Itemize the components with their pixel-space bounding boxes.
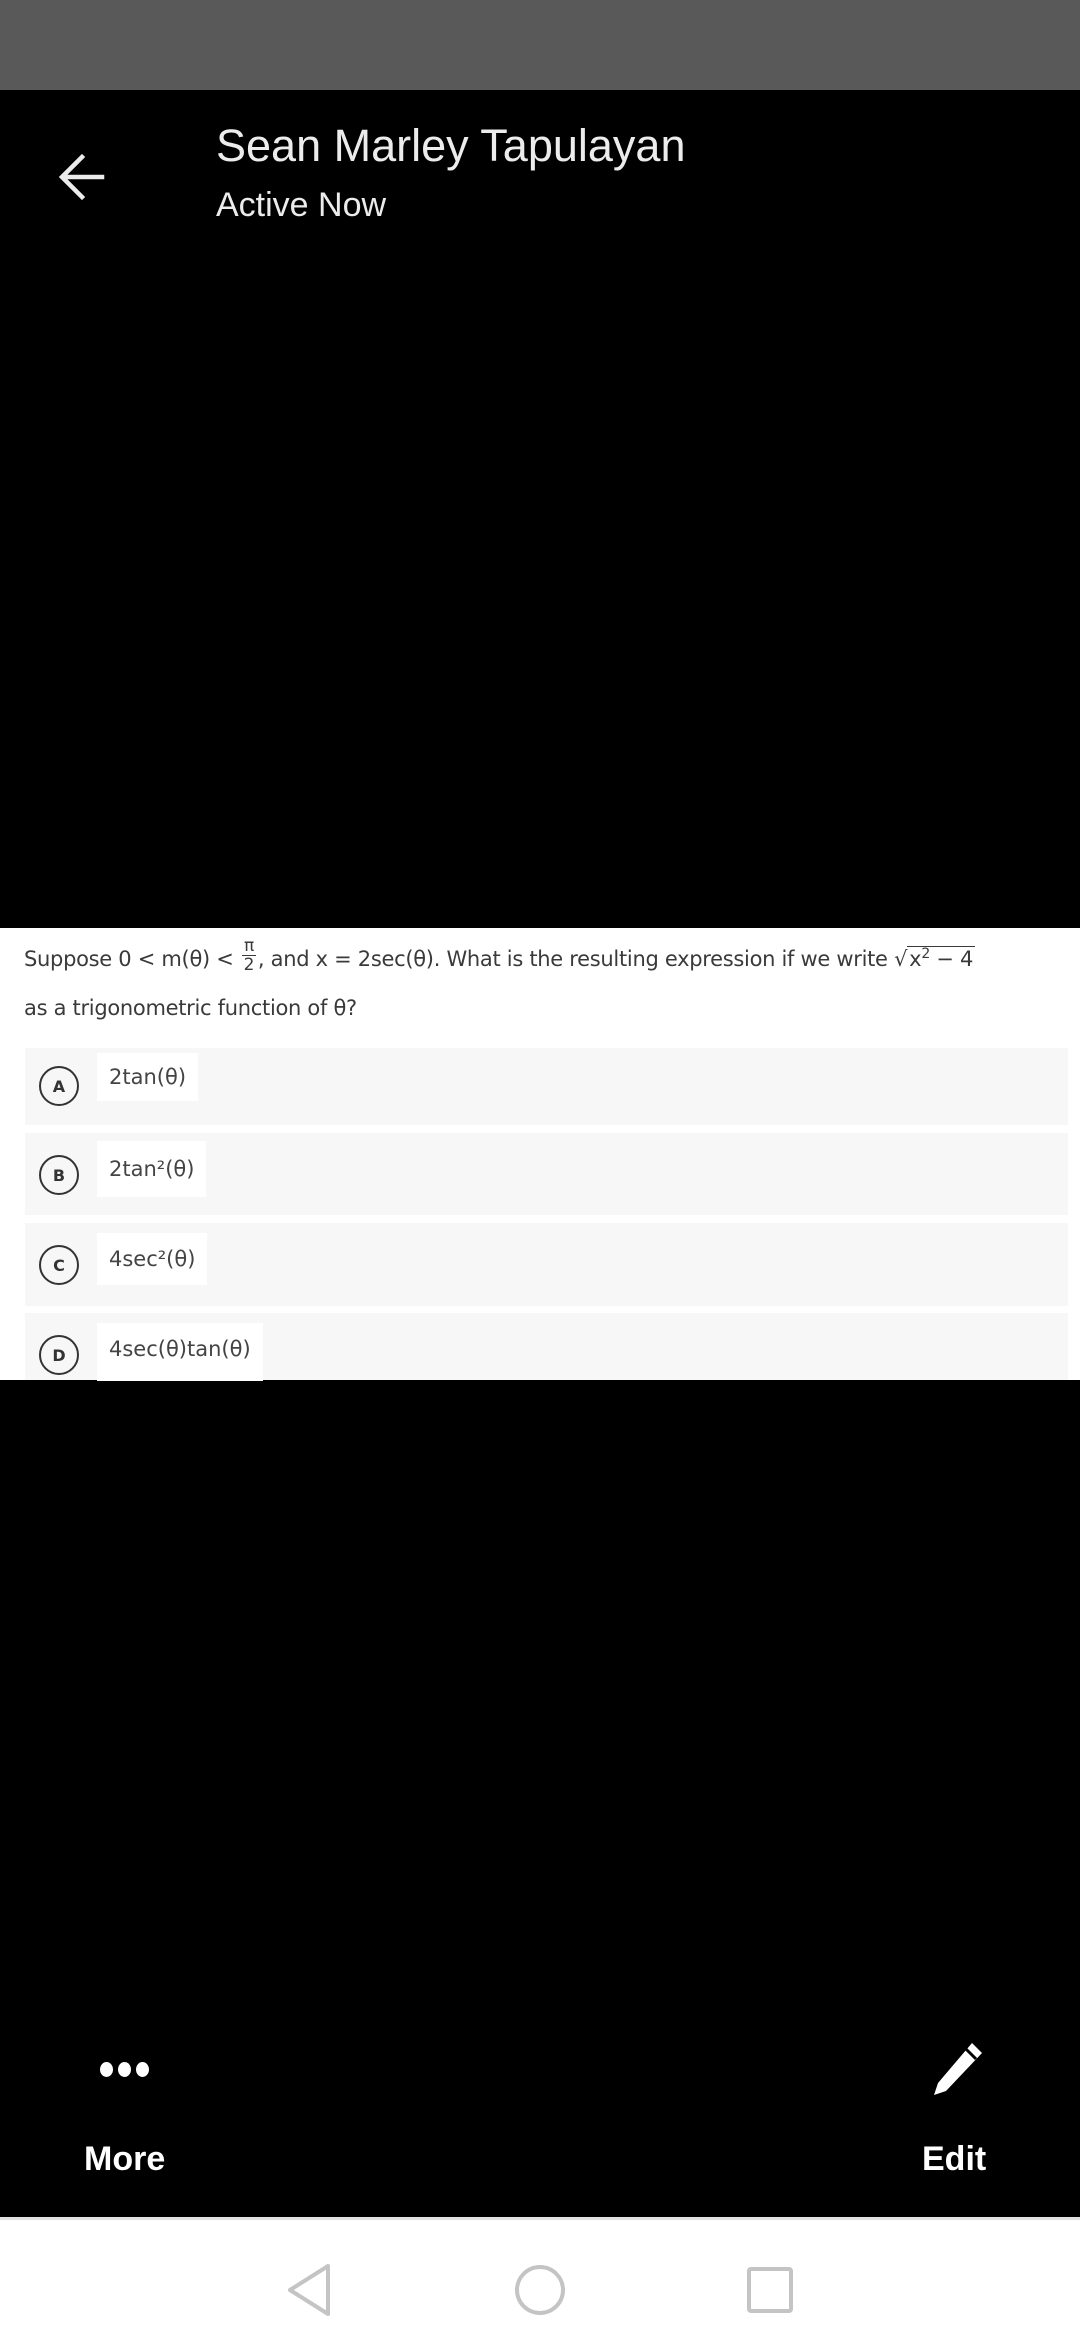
contact-name: Sean Marley Tapulayan bbox=[216, 120, 686, 171]
nav-back-icon[interactable] bbox=[280, 2260, 340, 2320]
option-b[interactable]: B 2tan²(θ) bbox=[25, 1133, 1068, 1215]
status-bar bbox=[0, 0, 1080, 90]
edit-label: Edit bbox=[922, 2140, 987, 2178]
more-button[interactable]: More bbox=[60, 2040, 200, 2180]
fraction-pi-over-2: π 2 bbox=[241, 935, 256, 975]
option-d[interactable]: D 4sec(θ)tan(θ) bbox=[25, 1313, 1068, 1381]
option-text: 4sec(θ)tan(θ) bbox=[97, 1323, 263, 1381]
option-letter: C bbox=[39, 1245, 79, 1285]
option-letter: D bbox=[39, 1335, 79, 1375]
nav-recents-icon[interactable] bbox=[740, 2260, 800, 2320]
question-image: Suppose 0 < m(θ) < π 2 , and x = 2sec(θ)… bbox=[0, 928, 1080, 1381]
pencil-icon bbox=[934, 2043, 982, 2095]
question-line-2: as a trigonometric function of θ? bbox=[24, 996, 357, 1020]
more-label: More bbox=[84, 2140, 166, 2178]
option-a[interactable]: A 2tan(θ) bbox=[25, 1048, 1068, 1125]
option-text: 2tan²(θ) bbox=[97, 1141, 207, 1197]
option-letter: A bbox=[39, 1066, 79, 1106]
system-nav-bar bbox=[0, 2217, 1080, 2340]
option-c[interactable]: C 4sec²(θ) bbox=[25, 1223, 1068, 1306]
question-line-1: Suppose 0 < m(θ) < π 2 , and x = 2sec(θ)… bbox=[24, 935, 976, 975]
option-letter: B bbox=[39, 1155, 79, 1195]
option-text: 2tan(θ) bbox=[97, 1053, 199, 1101]
back-button[interactable] bbox=[52, 145, 116, 209]
option-text: 4sec²(θ) bbox=[97, 1233, 208, 1285]
edit-button[interactable]: Edit bbox=[900, 2025, 1020, 2178]
active-status: Active Now bbox=[216, 186, 387, 224]
more-dots-icon bbox=[100, 2062, 154, 2077]
square-root-expression: √x2 − 4 bbox=[894, 946, 976, 971]
arrow-left-icon bbox=[58, 153, 105, 201]
nav-home-icon[interactable] bbox=[510, 2260, 570, 2320]
